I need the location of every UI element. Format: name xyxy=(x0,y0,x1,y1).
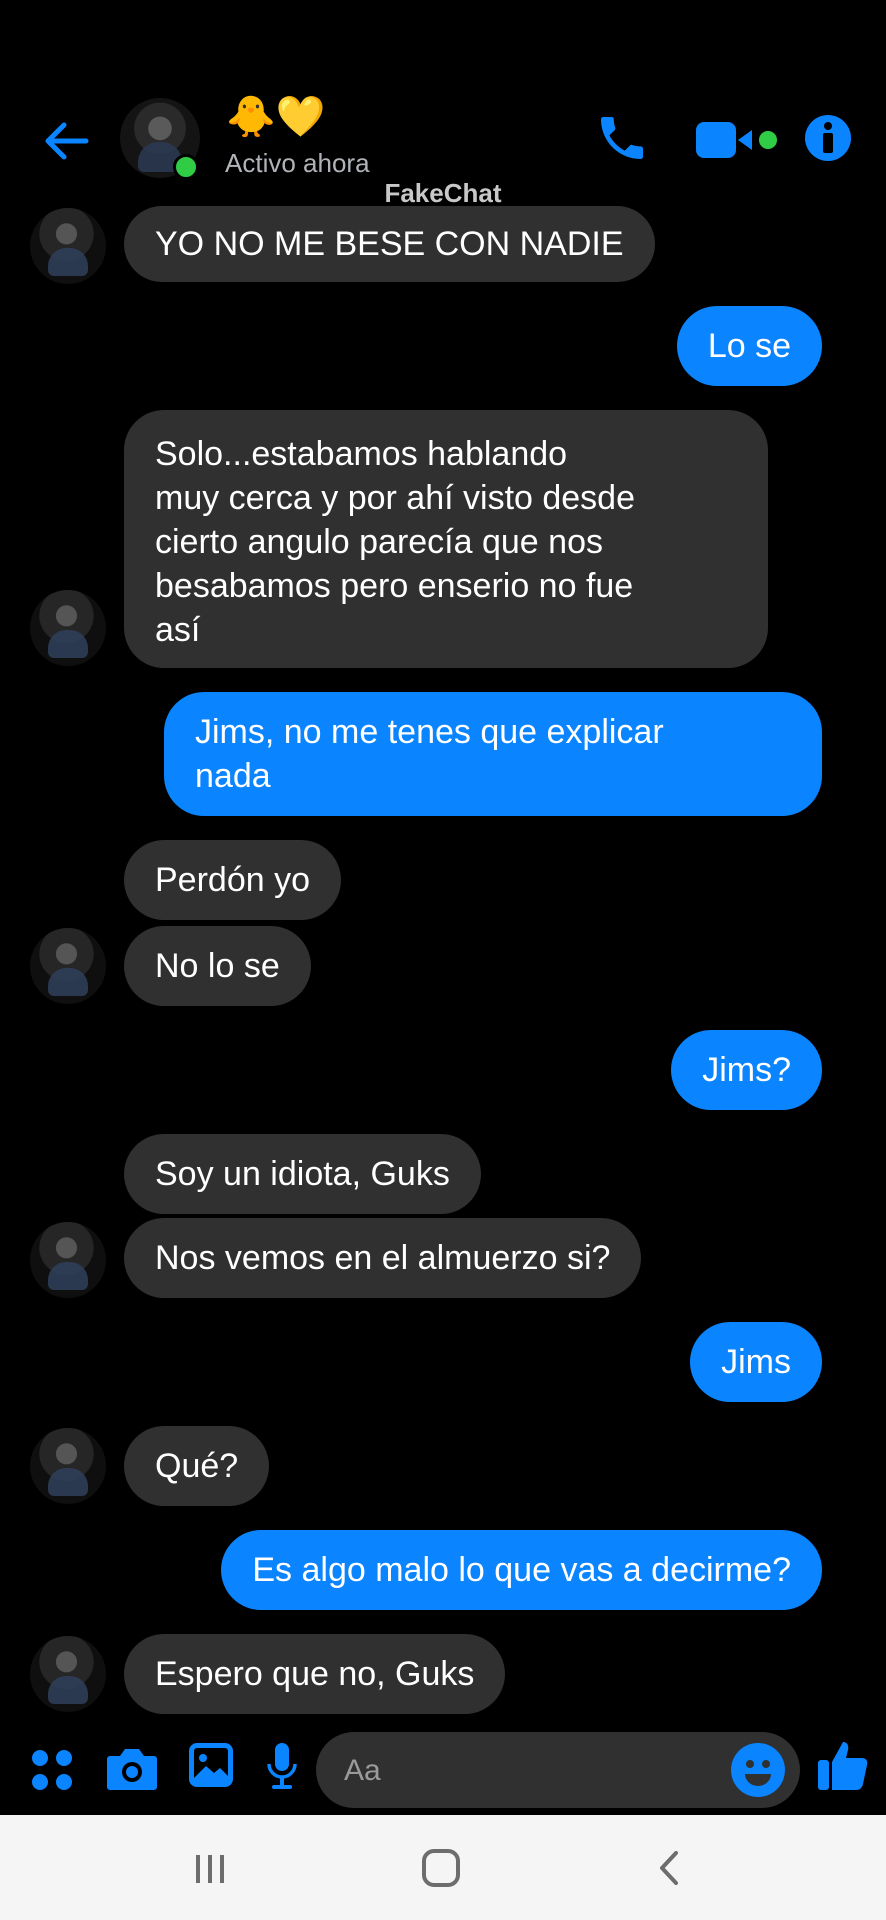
system-back-button[interactable] xyxy=(640,1843,700,1893)
message-input-container[interactable] xyxy=(316,1732,800,1810)
video-call-button[interactable] xyxy=(696,118,780,162)
message-composer xyxy=(0,1722,886,1812)
messenger-chat-screen: 🐥💛 Activo ahora FakeChat YO NO ME BESE C… xyxy=(0,0,886,1920)
voice-record-button[interactable] xyxy=(266,1742,298,1792)
gallery-icon xyxy=(189,1743,233,1787)
message-incoming[interactable]: Nos vemos en el almuerzo si? xyxy=(124,1218,642,1298)
home-icon xyxy=(422,1849,460,1887)
message-incoming[interactable]: Qué? xyxy=(124,1426,270,1506)
message-outgoing[interactable]: Es algo malo lo que vas a decirme? xyxy=(221,1530,822,1610)
thumbs-up-icon xyxy=(818,1742,868,1790)
sender-avatar[interactable] xyxy=(30,208,106,284)
watermark: FakeChat xyxy=(384,178,502,208)
camera-button[interactable] xyxy=(106,1744,158,1792)
sender-avatar[interactable] xyxy=(30,1636,106,1712)
like-button[interactable] xyxy=(816,1738,870,1792)
message-incoming[interactable]: Espero que no, Guks xyxy=(124,1634,506,1714)
info-icon xyxy=(805,115,851,161)
chevron-left-icon xyxy=(660,1851,678,1885)
voice-call-button[interactable] xyxy=(594,110,650,166)
message-outgoing[interactable]: Jims? xyxy=(671,1030,822,1110)
microphone-icon xyxy=(267,1743,297,1789)
message-incoming[interactable]: No lo se xyxy=(124,926,311,1006)
emoji-icon xyxy=(731,1743,785,1797)
online-indicator xyxy=(173,154,199,180)
back-button[interactable] xyxy=(42,116,92,166)
message-input[interactable] xyxy=(342,1732,726,1810)
system-navigation-bar xyxy=(0,1815,886,1920)
home-button[interactable] xyxy=(411,1843,471,1893)
sender-avatar[interactable] xyxy=(30,590,106,666)
recent-apps-button[interactable] xyxy=(180,1843,240,1893)
message-incoming[interactable]: Solo...estabamos hablando muy cerca y po… xyxy=(124,410,768,668)
message-outgoing[interactable]: Jims xyxy=(690,1322,822,1402)
contact-name[interactable]: 🐥💛 xyxy=(226,95,326,139)
sender-avatar[interactable] xyxy=(30,1428,106,1504)
camera-icon xyxy=(107,1749,157,1790)
sender-avatar[interactable] xyxy=(30,928,106,1004)
message-outgoing[interactable]: Lo se xyxy=(676,306,822,386)
message-incoming[interactable]: Perdón yo xyxy=(124,840,341,920)
back-arrow-icon xyxy=(45,122,89,160)
message-incoming[interactable]: Soy un idiota, Guks xyxy=(124,1134,481,1214)
info-button[interactable] xyxy=(804,114,852,162)
sender-avatar[interactable] xyxy=(30,1222,106,1298)
contact-status: Activo ahora xyxy=(225,148,370,178)
message-outgoing[interactable]: Jims, no me tenes que explicar nada xyxy=(164,692,822,816)
menu-button[interactable] xyxy=(30,1748,74,1792)
emoji-button[interactable] xyxy=(730,1742,786,1798)
gallery-button[interactable] xyxy=(188,1742,234,1788)
video-camera-icon xyxy=(696,122,777,158)
message-incoming[interactable]: YO NO ME BESE CON NADIE xyxy=(124,206,655,282)
phone-icon xyxy=(601,117,643,159)
menu-grid-icon xyxy=(32,1750,72,1790)
recent-apps-icon xyxy=(196,1855,224,1883)
